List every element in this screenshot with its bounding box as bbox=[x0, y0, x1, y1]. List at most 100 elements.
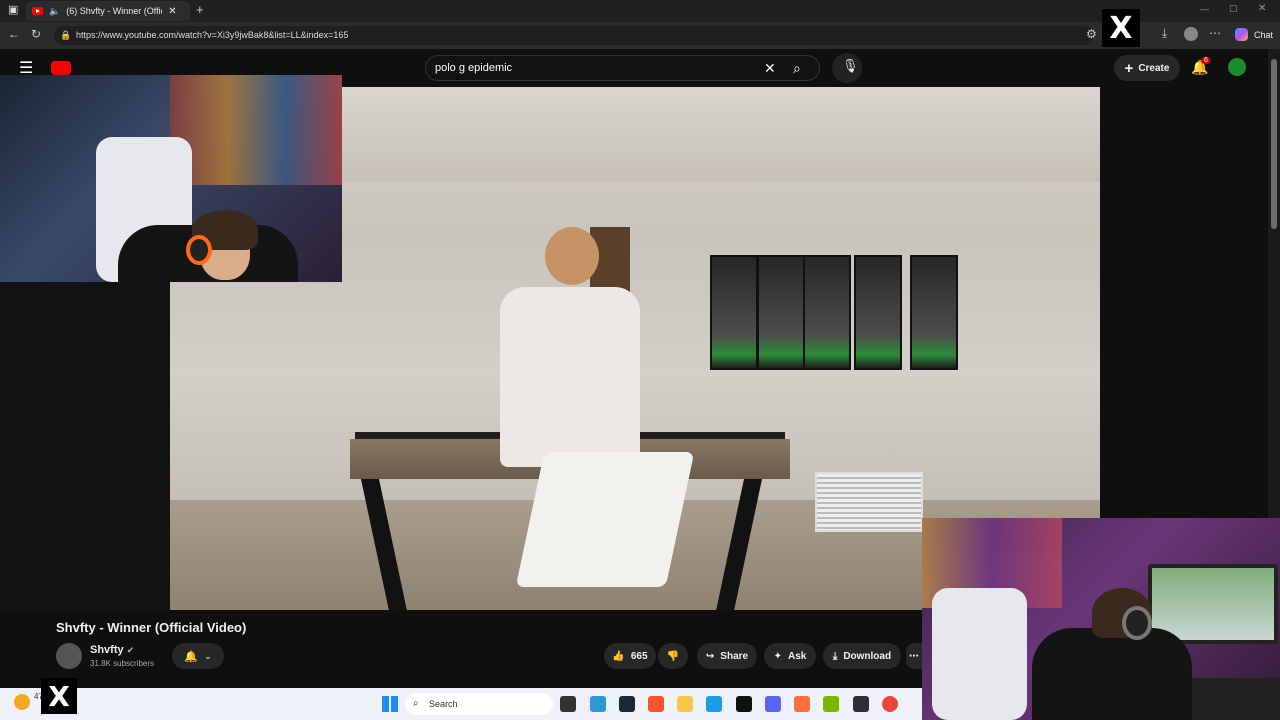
download-button[interactable]: ⤓ Download bbox=[823, 643, 901, 669]
x-logo-icon: X bbox=[1102, 9, 1140, 47]
search-icon[interactable]: ⌕ bbox=[793, 56, 801, 80]
wall-art-panel bbox=[854, 255, 902, 370]
steam-icon[interactable] bbox=[619, 696, 635, 712]
cam-wall-posters bbox=[170, 75, 342, 185]
channel-avatar[interactable] bbox=[56, 643, 82, 669]
gaming-chair bbox=[932, 588, 1027, 720]
edge-icon[interactable] bbox=[706, 696, 722, 712]
chat-label[interactable]: Chat bbox=[1254, 30, 1273, 40]
webcam-overlay-bottom bbox=[922, 518, 1280, 720]
youtube-logo-icon[interactable] bbox=[51, 61, 71, 75]
weather-icon[interactable] bbox=[14, 694, 30, 710]
thumbs-up-icon: 👍 bbox=[612, 650, 625, 662]
video-title: Shvfty - Winner (Official Video) bbox=[56, 620, 247, 635]
search-query: polo g epidemic bbox=[435, 62, 513, 74]
account-avatar[interactable] bbox=[1228, 58, 1246, 76]
headset bbox=[186, 235, 212, 265]
window-menu-icon[interactable]: ▣ bbox=[8, 3, 18, 16]
close-window-icon[interactable]: ✕ bbox=[1258, 3, 1266, 14]
refresh-icon[interactable]: ↻ bbox=[31, 27, 41, 41]
ask-button[interactable]: ✦ Ask bbox=[764, 643, 816, 669]
video-info: Shvfty - Winner (Official Video) Shvfty … bbox=[0, 610, 922, 688]
new-tab-icon[interactable]: + bbox=[196, 2, 204, 17]
bell-icon: 🔔 bbox=[184, 650, 199, 663]
extensions-icon[interactable]: ⚙ bbox=[1086, 27, 1097, 41]
page-scrollbar[interactable] bbox=[1268, 49, 1280, 518]
url-field[interactable]: 🔒 https://www.youtube.com/watch?v=Xi3y9j… bbox=[54, 26, 1094, 45]
taskbar-search-label: Search bbox=[429, 699, 458, 709]
downloads-icon[interactable]: ⤓ bbox=[1162, 26, 1167, 41]
video-subject bbox=[500, 227, 695, 597]
address-bar-row: ← ↻ 🔒 https://www.youtube.com/watch?v=Xi… bbox=[0, 22, 1280, 49]
wall-art-panel bbox=[803, 255, 851, 370]
secondary-column bbox=[1100, 87, 1268, 517]
voice-search-button[interactable]: 🎙 bbox=[832, 53, 862, 83]
minimize-icon[interactable]: — bbox=[1200, 4, 1209, 14]
share-label: Share bbox=[720, 650, 749, 662]
wall-vent bbox=[815, 472, 923, 532]
url-text: https://www.youtube.com/watch?v=Xi3y9jwB… bbox=[76, 30, 349, 40]
windows-taskbar: 47 ⌕ Search bbox=[0, 688, 922, 720]
like-count: 665 bbox=[630, 650, 648, 662]
microphone-icon: 🎙 bbox=[842, 58, 859, 73]
share-button[interactable]: ↪ Share bbox=[697, 643, 757, 669]
channel-name-text: Shvfty bbox=[90, 644, 124, 656]
brave-icon[interactable] bbox=[648, 696, 664, 712]
cam-keyboard bbox=[1192, 678, 1280, 720]
task-view-icon[interactable] bbox=[560, 696, 576, 712]
dislike-button[interactable]: 👎 bbox=[658, 643, 688, 669]
more-icon[interactable]: ⋯ bbox=[1209, 26, 1221, 40]
profile-icon[interactable] bbox=[1184, 27, 1198, 41]
scrollbar-thumb[interactable] bbox=[1271, 59, 1277, 229]
search-input[interactable]: polo g epidemic ✕ ⌕ bbox=[425, 55, 820, 81]
subject-body bbox=[500, 287, 640, 467]
taskbar-search[interactable]: ⌕ Search bbox=[405, 693, 553, 715]
wall-art-panel bbox=[910, 255, 958, 370]
obs-icon[interactable] bbox=[853, 696, 869, 712]
tab-close-icon[interactable]: ✕ bbox=[168, 6, 176, 17]
tiktok-icon[interactable] bbox=[736, 696, 752, 712]
clear-search-icon[interactable]: ✕ bbox=[764, 56, 776, 80]
create-label: Create bbox=[1138, 62, 1170, 74]
subject-head bbox=[545, 227, 599, 285]
chevron-down-icon: ⌄ bbox=[204, 650, 212, 661]
channel-name[interactable]: Shvfty ✔ bbox=[90, 644, 134, 656]
more-horizontal-icon: ⋯ bbox=[909, 650, 919, 662]
x-logo-icon: X bbox=[41, 678, 77, 714]
share-icon: ↪ bbox=[705, 650, 715, 662]
headset bbox=[1122, 606, 1152, 640]
plus-icon: + bbox=[1124, 59, 1134, 77]
streamer-hoodie bbox=[1032, 628, 1192, 720]
notification-badge: 6 bbox=[1201, 57, 1211, 64]
download-label: Download bbox=[843, 650, 892, 662]
subject-legs bbox=[515, 452, 695, 587]
download-icon: ⤓ bbox=[832, 650, 838, 662]
verified-icon: ✔ bbox=[126, 645, 135, 655]
copilot-icon[interactable] bbox=[1235, 28, 1248, 41]
youtube-favicon-icon bbox=[32, 7, 43, 15]
site-info-icon[interactable]: 🔒 bbox=[60, 26, 71, 45]
more-actions-button[interactable]: ⋯ bbox=[906, 643, 922, 669]
file-explorer-icon[interactable] bbox=[677, 696, 693, 712]
windows-start-icon[interactable] bbox=[382, 696, 398, 712]
thumbs-down-icon: 👎 bbox=[666, 650, 680, 662]
chrome-icon[interactable] bbox=[882, 696, 898, 712]
sparkle-icon: ✦ bbox=[773, 650, 783, 662]
discord-icon[interactable] bbox=[765, 696, 781, 712]
create-button[interactable]: + Create bbox=[1114, 55, 1180, 81]
browser-tab-bar: ▣ 🔈 (6) Shvfty - Winner (Official Video)… bbox=[0, 0, 1280, 22]
wall-art-panel bbox=[710, 255, 758, 370]
nvidia-icon[interactable] bbox=[823, 696, 839, 712]
tab-title: (6) Shvfty - Winner (Official Video) bbox=[66, 6, 162, 16]
speaker-icon[interactable]: 🔈 bbox=[49, 6, 60, 17]
widgets-icon[interactable] bbox=[590, 696, 606, 712]
taskbar-search-icon: ⌕ bbox=[413, 698, 419, 709]
maximize-icon[interactable]: ▢ bbox=[1229, 3, 1238, 14]
subscription-bell-button[interactable]: 🔔 ⌄ bbox=[172, 643, 224, 669]
browser-tab[interactable]: 🔈 (6) Shvfty - Winner (Official Video) ✕ bbox=[26, 1, 190, 21]
ask-label: Ask bbox=[788, 650, 807, 662]
wall-art-panel bbox=[757, 255, 805, 370]
firefox-icon[interactable] bbox=[794, 696, 810, 712]
back-icon[interactable]: ← bbox=[8, 27, 20, 41]
like-button[interactable]: 👍 665 bbox=[604, 643, 656, 669]
